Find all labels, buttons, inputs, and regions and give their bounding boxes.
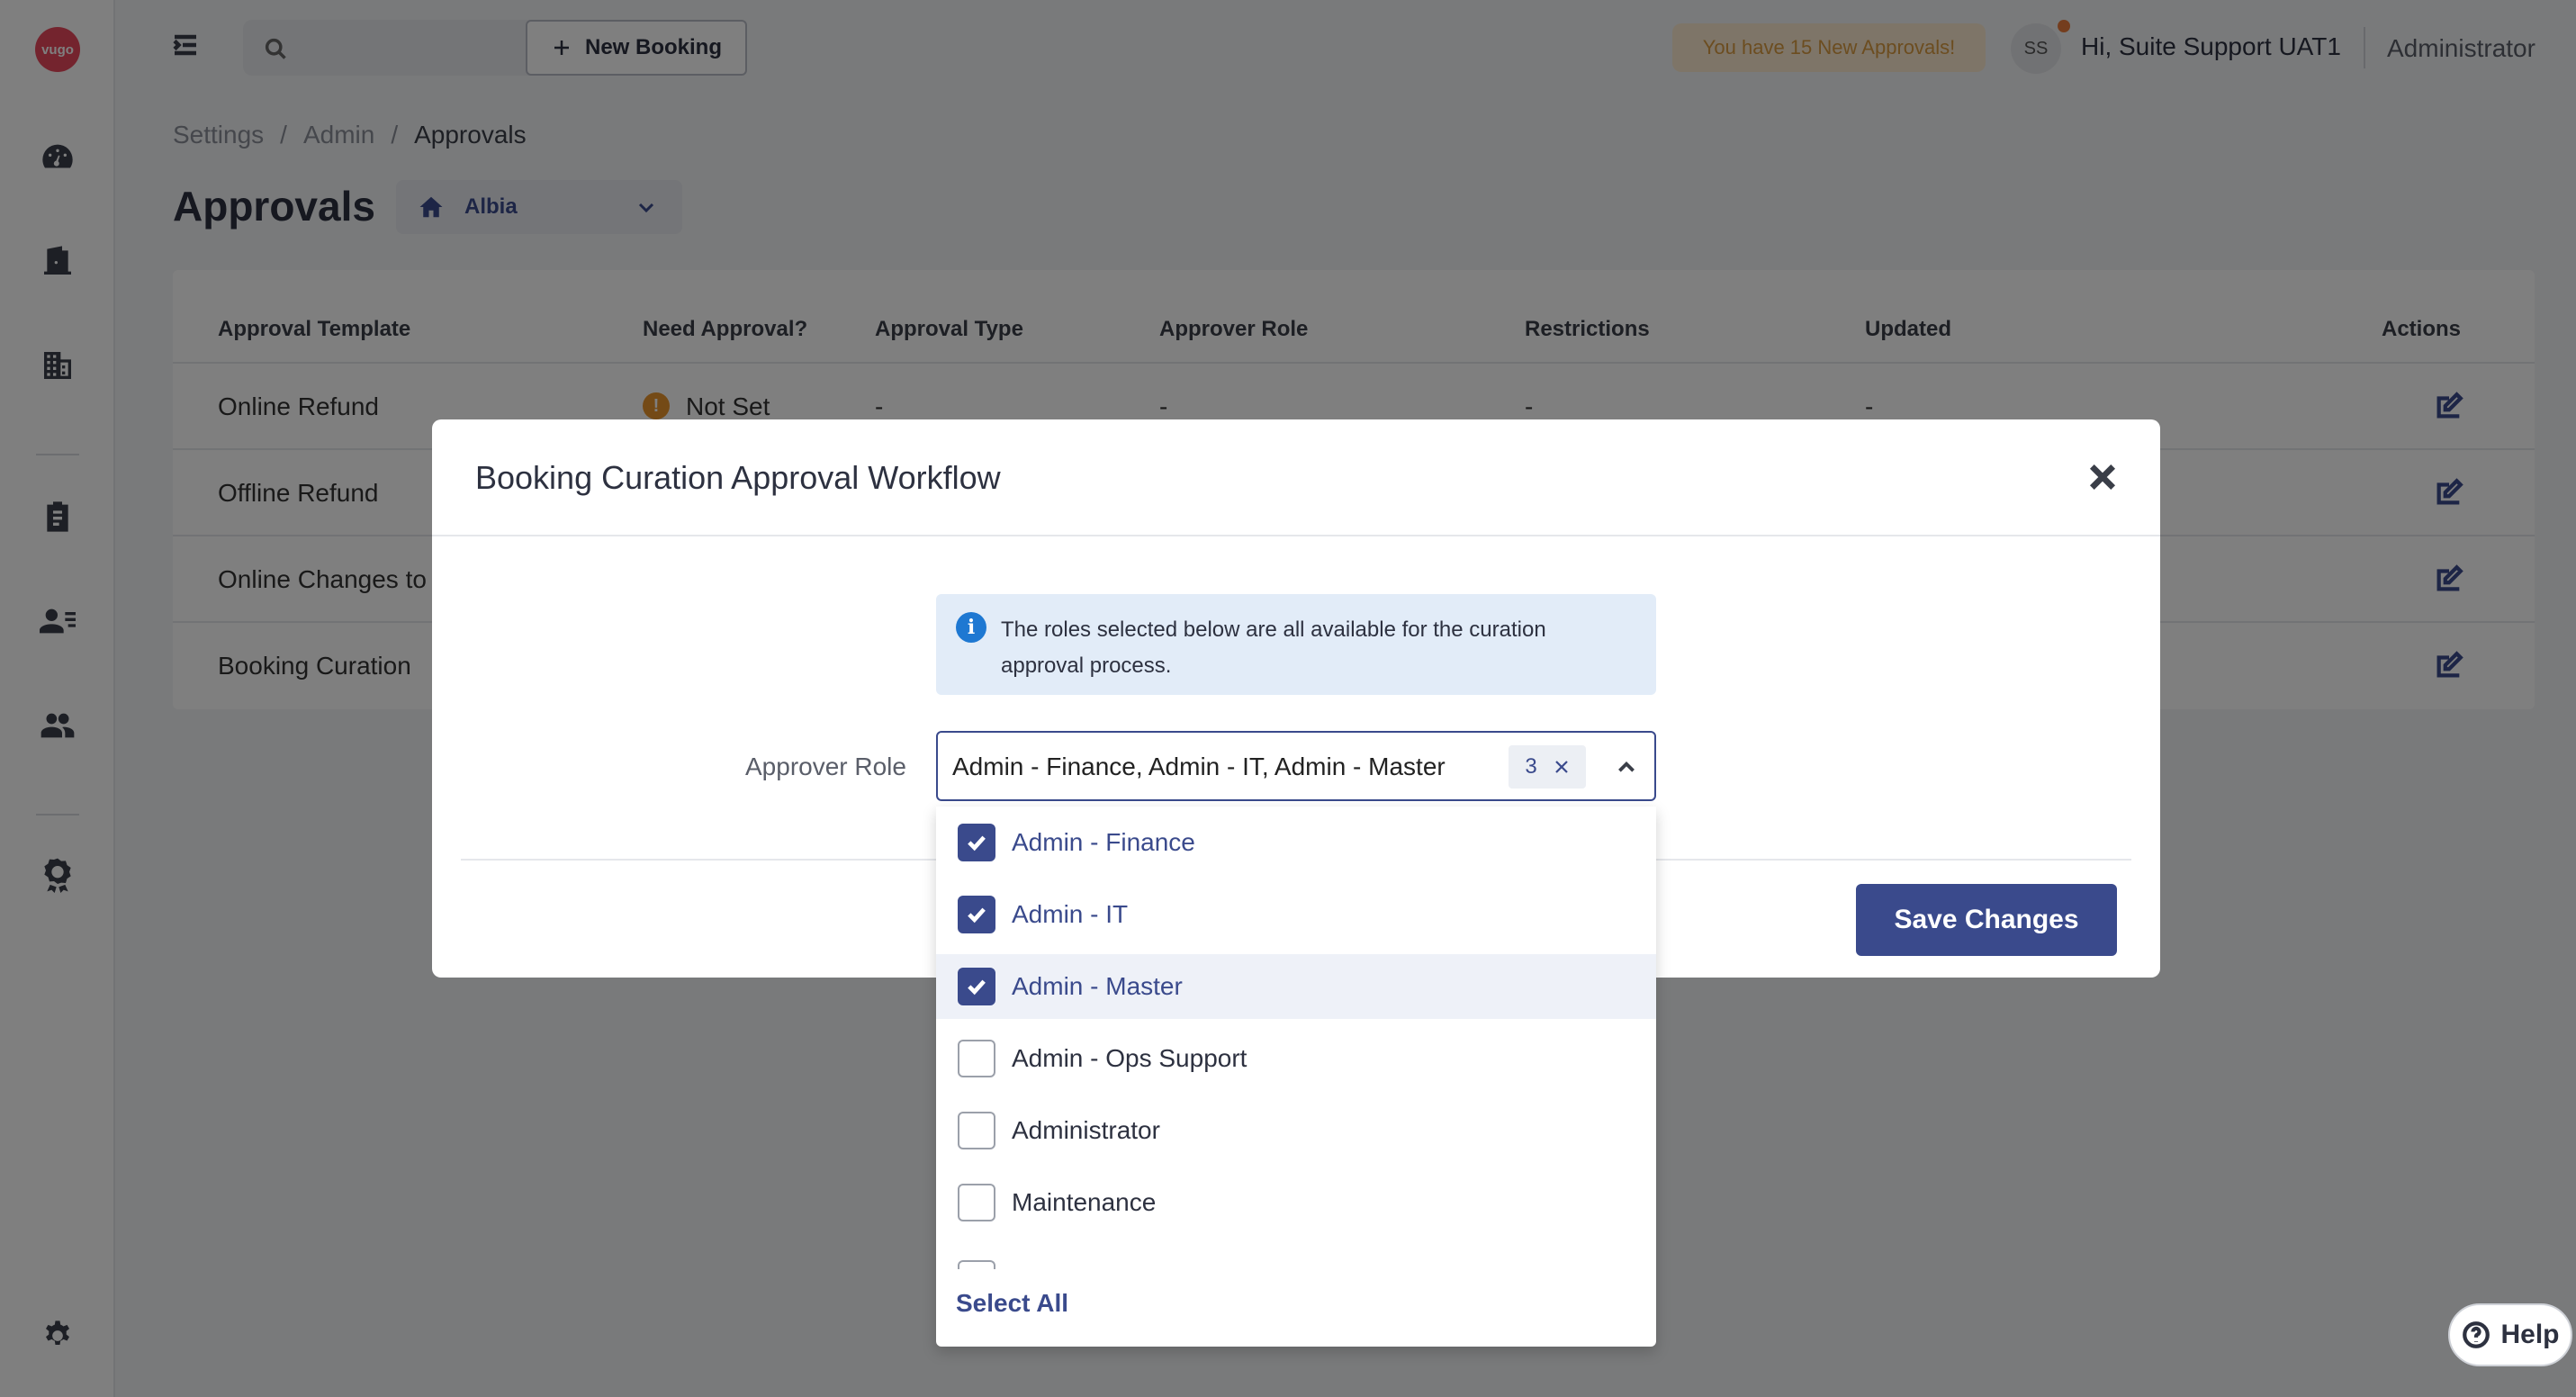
select-all-link[interactable]: Select All [956, 1289, 1068, 1318]
option-label: Admin - Ops Support [1012, 1044, 1247, 1072]
info-icon: i [956, 612, 986, 643]
help-button[interactable]: Help [2448, 1303, 2572, 1366]
checkbox-unchecked[interactable] [958, 1112, 995, 1149]
clear-selection-icon[interactable] [1554, 759, 1570, 775]
role-option-admin-finance[interactable]: Admin - Finance [936, 810, 1656, 875]
approver-role-dropdown: Admin - Finance Admin - IT Admin - Maste… [936, 807, 1656, 1347]
info-alert: i The roles selected below are all avail… [936, 594, 1656, 695]
info-text: The roles selected below are all availab… [1001, 617, 1546, 678]
save-changes-button[interactable]: Save Changes [1856, 884, 2117, 956]
option-label: Admin - IT [1012, 900, 1129, 928]
option-label: Maintenance [1012, 1188, 1157, 1216]
chevron-up-icon[interactable] [1615, 756, 1638, 780]
role-option-admin-master[interactable]: Admin - Master [936, 954, 1656, 1019]
role-option-admin-ops-support[interactable]: Admin - Ops Support [936, 1026, 1656, 1091]
selected-count-chip: 3 [1509, 745, 1586, 789]
checkbox-checked[interactable] [958, 824, 995, 861]
role-option-admin-it[interactable]: Admin - IT [936, 882, 1656, 947]
checkbox-checked[interactable] [958, 896, 995, 933]
role-option-maintenance[interactable]: Maintenance [936, 1170, 1656, 1235]
selected-count: 3 [1525, 754, 1537, 779]
checkbox-unchecked[interactable] [958, 1040, 995, 1077]
option-label: Administrator [1012, 1116, 1160, 1144]
modal-divider [432, 535, 2160, 536]
selected-roles-value: Admin - Finance, Admin - IT, Admin - Mas… [952, 753, 1446, 780]
check-icon [968, 907, 986, 924]
option-label: Admin - Finance [1012, 828, 1195, 856]
role-option-administrator[interactable]: Administrator [936, 1098, 1656, 1163]
approver-role-label: Approver Role [745, 753, 906, 780]
check-icon [968, 835, 986, 852]
check-icon [968, 979, 986, 996]
approver-role-select[interactable]: Admin - Finance, Admin - IT, Admin - Mas… [936, 731, 1656, 801]
help-icon [2463, 1321, 2490, 1348]
modal-title: Booking Curation Approval Workflow [475, 459, 1001, 496]
option-label: Admin - Master [1012, 972, 1183, 1000]
checkbox-partially-visible[interactable] [958, 1260, 995, 1269]
close-icon[interactable] [2085, 459, 2121, 495]
checkbox-unchecked[interactable] [958, 1184, 995, 1221]
checkbox-checked[interactable] [958, 968, 995, 1005]
help-label: Help [2500, 1320, 2560, 1349]
